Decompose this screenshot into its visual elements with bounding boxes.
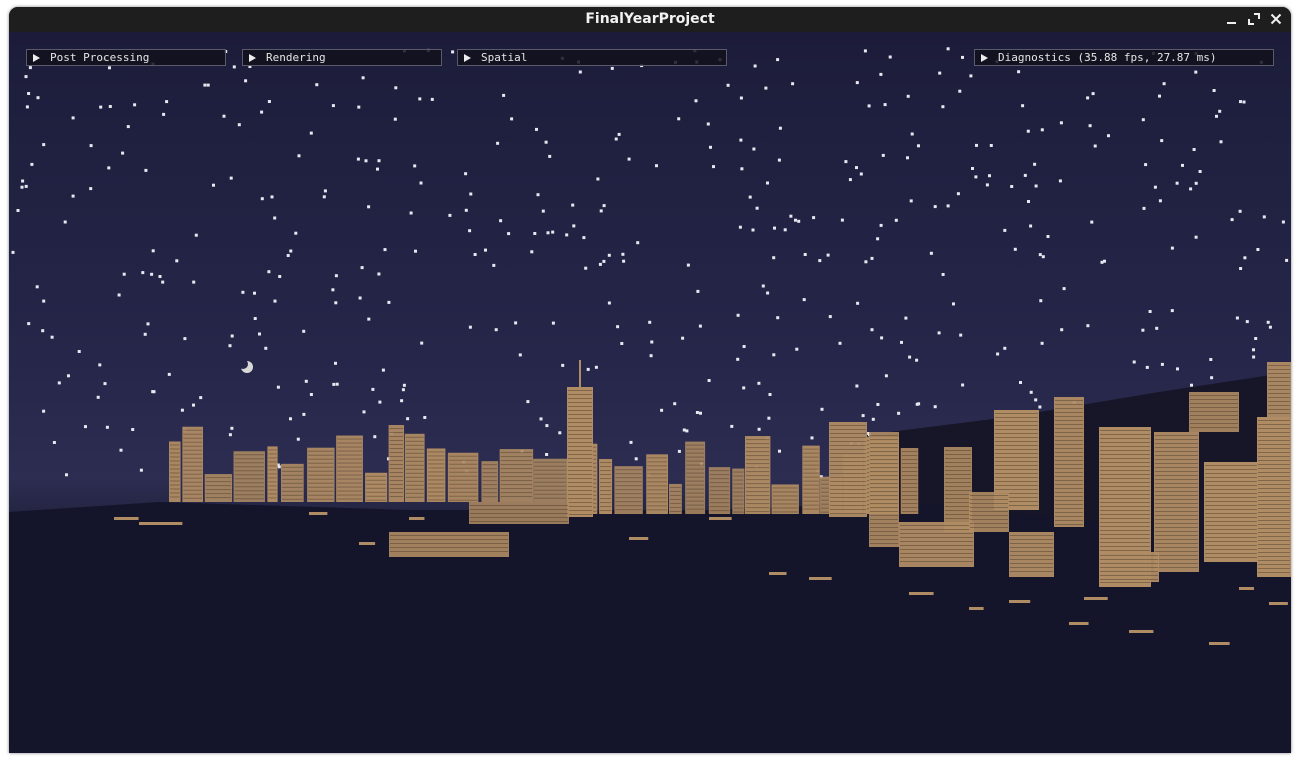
close-icon[interactable] xyxy=(1267,10,1285,28)
expand-arrow-icon xyxy=(981,54,988,62)
expand-arrow-icon xyxy=(464,54,471,62)
moon-icon xyxy=(238,359,253,373)
panel-spatial[interactable]: Spatial xyxy=(457,49,727,66)
window-title: FinalYearProject xyxy=(585,11,715,27)
expand-arrow-icon xyxy=(33,54,40,62)
panel-post-processing[interactable]: Post Processing xyxy=(26,49,226,66)
expand-arrow-icon xyxy=(249,54,256,62)
panel-rendering[interactable]: Rendering xyxy=(242,49,442,66)
3d-viewport[interactable]: Post Processing Rendering Spatial Diagno… xyxy=(9,32,1291,753)
ground-plane xyxy=(9,502,1291,753)
panel-label: Rendering xyxy=(266,51,326,64)
title-bar[interactable]: FinalYearProject xyxy=(9,7,1291,32)
minimize-icon[interactable] xyxy=(1223,10,1241,28)
panel-label: Diagnostics (35.88 fps, 27.87 ms) xyxy=(998,51,1217,64)
panel-label: Post Processing xyxy=(50,51,150,64)
panel-diagnostics[interactable]: Diagnostics (35.88 fps, 27.87 ms) xyxy=(974,49,1274,66)
city-scene xyxy=(9,47,1291,753)
panel-label: Spatial xyxy=(481,51,528,64)
app-window: FinalYearProject Post Processing Renderi… xyxy=(9,7,1291,753)
maximize-icon[interactable] xyxy=(1245,10,1263,28)
